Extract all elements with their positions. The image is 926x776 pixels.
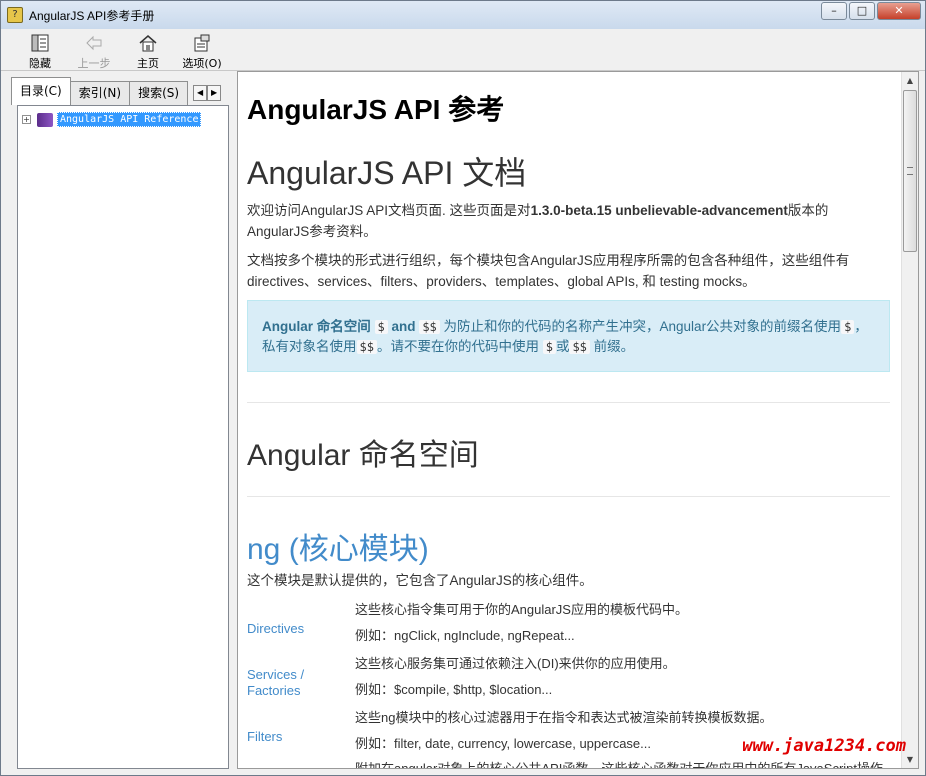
- content-frame: AngularJS API 参考 AngularJS API 文档 欢迎访问An…: [237, 71, 919, 769]
- notice-text: 或: [555, 339, 570, 354]
- notice-text: 。请不要在你的代码中使用: [376, 339, 539, 354]
- module-link-services[interactable]: Services / Factories: [247, 667, 313, 699]
- tree-item-label[interactable]: AngularJS API Reference: [57, 112, 202, 127]
- module-description: 附加在angular对象上的核心公共API函数，这些核心函数对于你应用中的所有J…: [355, 761, 884, 769]
- minimize-button[interactable]: –: [821, 2, 847, 20]
- options-label: 选项(O): [182, 57, 222, 70]
- options-icon: [192, 33, 212, 53]
- tab-search[interactable]: 搜索(S): [129, 81, 189, 105]
- tab-contents[interactable]: 目录(C): [11, 77, 71, 105]
- ng-module-link[interactable]: ng (核心模块): [247, 524, 429, 568]
- module-example: 例如：$compile, $http, $location...: [355, 682, 553, 697]
- module-example: 例如：ngClick, ngInclude, ngRepeat...: [355, 628, 575, 643]
- notice-text: 为防止和你的代码的名称产生冲突，Angular公共对象的前缀名使用: [443, 319, 842, 334]
- doc-title: AngularJS API 文档: [247, 155, 527, 191]
- help-window: ? AngularJS API参考手册 – □ ✕ 隐藏 上一步 主页 选项(O…: [0, 0, 926, 776]
- page-title: AngularJS API 参考: [247, 94, 505, 125]
- module-description: 这些核心服务集可通过依赖注入(DI)来供你的应用使用。: [355, 656, 676, 671]
- organization-paragraph: 文档按多个模块的形式进行组织，每个模块包含AngularJS应用程序所需的包含各…: [247, 253, 850, 289]
- options-button[interactable]: 选项(O): [175, 29, 229, 70]
- module-description: 这些ng模块中的核心过滤器用于在指令和表达式被渲染前转换模板数据。: [355, 710, 773, 725]
- maximize-button[interactable]: □: [849, 2, 875, 20]
- title-bar[interactable]: ? AngularJS API参考手册 – □ ✕: [1, 1, 925, 29]
- section-title: Angular 命名空间: [247, 439, 479, 472]
- window-controls: – □ ✕: [819, 2, 921, 20]
- home-icon: [138, 33, 158, 53]
- divider: [247, 496, 890, 497]
- scroll-thumb[interactable]: [903, 90, 917, 252]
- notice-code: $$: [419, 320, 440, 334]
- namespace-notice: Angular 命名空间 $ and $$ 为防止和你的代码的名称产生冲突，An…: [247, 300, 890, 372]
- close-button[interactable]: ✕: [877, 2, 921, 20]
- home-button[interactable]: 主页: [121, 29, 175, 70]
- toolbar: 隐藏 上一步 主页 选项(O): [1, 29, 925, 71]
- tab-scroll-arrows: ◀ ▶: [193, 85, 222, 101]
- book-icon: [37, 112, 53, 127]
- tree-item-api-reference[interactable]: + AngularJS API Reference: [22, 112, 202, 127]
- hide-label: 隐藏: [29, 57, 51, 70]
- divider: [247, 402, 890, 403]
- tab-scroll-right-icon[interactable]: ▶: [207, 85, 222, 101]
- hide-button[interactable]: 隐藏: [13, 29, 67, 70]
- hide-pane-icon: [30, 33, 50, 53]
- intro-paragraph: 欢迎访问AngularJS API文档页面. 这些页面是对1.3.0-beta.…: [247, 200, 887, 242]
- notice-code: $$: [356, 340, 377, 354]
- scroll-up-icon[interactable]: ▲: [902, 72, 918, 89]
- back-arrow-icon: [84, 33, 104, 53]
- home-label: 主页: [137, 57, 159, 70]
- contents-tree: + AngularJS API Reference: [17, 105, 229, 769]
- vertical-scrollbar[interactable]: ▲ ▼: [901, 72, 918, 768]
- back-button[interactable]: 上一步: [67, 29, 121, 70]
- notice-code: $: [841, 320, 855, 334]
- window-title: AngularJS API参考手册: [29, 8, 155, 23]
- ng-description: 这个模块是默认提供的，它包含了AngularJS的核心组件。: [247, 573, 593, 588]
- notice-and: and: [391, 319, 416, 334]
- notice-text: 前缀。: [593, 339, 635, 354]
- module-description: 这些核心指令集可用于你的AngularJS应用的模板代码中。: [355, 602, 688, 617]
- notice-heading: Angular 命名空间: [262, 319, 371, 334]
- version-label: 1.3.0-beta.15 unbelievable-advancement: [530, 203, 788, 218]
- expand-plus-icon[interactable]: +: [22, 115, 31, 124]
- navigation-pane: 目录(C) 索引(N) 搜索(S) ◀ ▶ + AngularJS API Re…: [11, 77, 233, 769]
- scroll-grip-icon: [907, 167, 913, 175]
- back-label: 上一步: [77, 57, 111, 70]
- module-link-directives[interactable]: Directives: [247, 621, 304, 637]
- notice-code: $: [374, 320, 388, 334]
- watermark: www.java1234.com: [742, 736, 906, 756]
- intro-text-a: 欢迎访问AngularJS API文档页面. 这些页面是对: [247, 203, 531, 218]
- nav-tabs: 目录(C) 索引(N) 搜索(S) ◀ ▶: [11, 77, 233, 105]
- notice-code: $: [542, 340, 556, 354]
- help-app-icon: ?: [7, 7, 23, 23]
- tab-index[interactable]: 索引(N): [69, 81, 131, 105]
- module-link-filters[interactable]: Filters: [247, 729, 282, 745]
- notice-code: $$: [569, 340, 590, 354]
- module-example: 例如：filter, date, currency, lowercase, up…: [355, 736, 651, 751]
- tab-scroll-left-icon[interactable]: ◀: [193, 85, 208, 101]
